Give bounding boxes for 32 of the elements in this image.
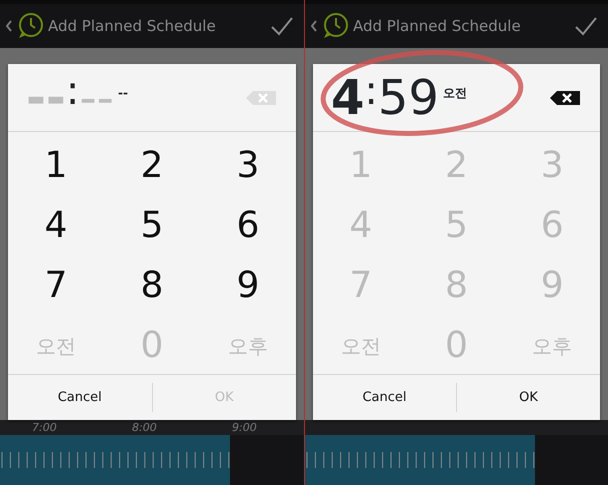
- confirm-icon[interactable]: [270, 16, 294, 36]
- keypad-key[interactable]: 8: [104, 256, 200, 316]
- confirm-icon[interactable]: [574, 16, 598, 36]
- hour-text: --: [26, 74, 66, 122]
- back-icon[interactable]: [6, 20, 12, 32]
- ampm-text: --: [118, 84, 128, 102]
- time-label: 7:00: [32, 420, 57, 436]
- screen-title: Add Planned Schedule: [48, 16, 217, 37]
- minute-text: --: [79, 74, 114, 122]
- separator-text: :: [364, 70, 378, 110]
- screen-title: Add Planned Schedule: [353, 16, 522, 37]
- ampm-text: 오전: [442, 84, 467, 102]
- keypad-key[interactable]: 6: [200, 196, 296, 256]
- back-icon[interactable]: [311, 20, 317, 32]
- clock-icon: [16, 12, 44, 40]
- time-label: 8:00: [132, 420, 157, 436]
- time-label: 9:00: [232, 420, 257, 436]
- separator-text: :: [66, 70, 80, 110]
- keypad-key[interactable]: 5: [104, 196, 200, 256]
- backspace-icon[interactable]: [550, 90, 580, 104]
- keypad-key[interactable]: 4: [8, 196, 104, 256]
- keypad-key[interactable]: 1: [8, 136, 104, 196]
- cancel-button[interactable]: Cancel: [313, 375, 456, 420]
- keypad-key[interactable]: 7: [8, 256, 104, 316]
- hour-text: 4: [331, 74, 364, 122]
- keypad-key[interactable]: 2: [104, 136, 200, 196]
- minute-text: 59: [378, 74, 439, 122]
- keypad-key[interactable]: 3: [200, 136, 296, 196]
- clock-icon: [321, 12, 349, 40]
- cancel-button[interactable]: Cancel: [8, 375, 152, 420]
- ok-button[interactable]: OK: [457, 375, 600, 420]
- keypad-key[interactable]: 9: [200, 256, 296, 316]
